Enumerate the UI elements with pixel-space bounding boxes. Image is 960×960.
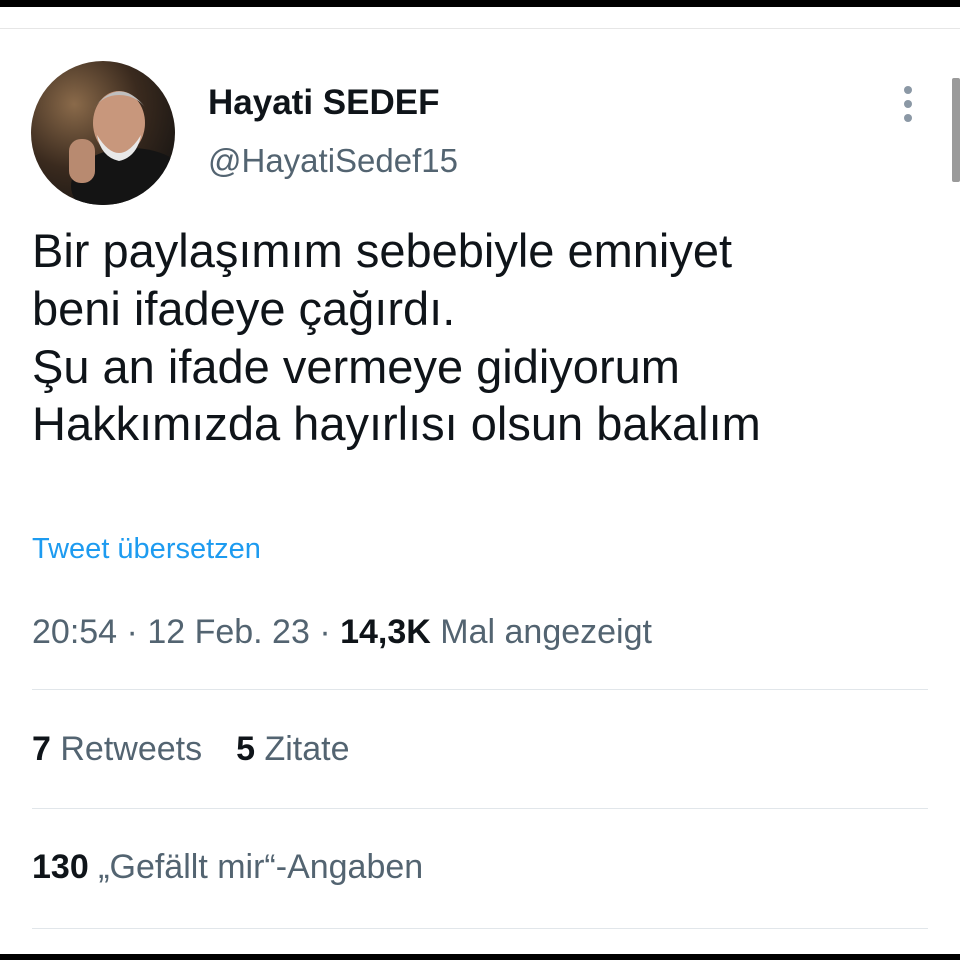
more-vertical-icon — [904, 86, 912, 94]
retweets-label: Retweets — [60, 730, 203, 768]
scrollbar[interactable] — [952, 78, 960, 182]
quotes-label: Zitate — [264, 730, 350, 768]
top-frame-bar — [0, 0, 960, 7]
more-vertical-icon — [904, 100, 912, 108]
views-label: Mal angezeigt — [440, 613, 652, 651]
meta-separator: · — [117, 613, 148, 651]
author-display-name[interactable]: Hayati SEDEF — [208, 83, 439, 123]
more-options-button[interactable] — [892, 84, 924, 124]
avatar-photo — [31, 61, 175, 205]
likes-stat[interactable]: 130 „Gefällt mir“-Angaben — [32, 848, 423, 887]
tweet-text-line: Hakkımızda hayırlısı olsun bakalım — [32, 397, 761, 451]
tweet-text-line: Bir paylaşımım sebebiyle emniyet — [32, 224, 733, 277]
header-divider — [0, 28, 960, 29]
more-vertical-icon — [904, 114, 912, 122]
retweets-stat[interactable]: 7 Retweets — [32, 730, 202, 769]
likes-count: 130 — [32, 848, 89, 886]
meta-separator: · — [309, 613, 341, 651]
tweet-meta: 20:54 · 12 Feb. 23 · 14,3K Mal angezeigt — [32, 613, 652, 652]
stats-row: 7 Retweets 5 Zitate — [32, 730, 350, 769]
author-username[interactable]: @HayatiSedef15 — [208, 142, 458, 180]
stats-divider — [32, 689, 928, 690]
translate-tweet-link[interactable]: Tweet übersetzen — [32, 533, 261, 566]
avatar[interactable] — [31, 61, 175, 205]
actions-divider — [32, 928, 928, 929]
likes-row: 130 „Gefällt mir“-Angaben — [32, 848, 423, 887]
tweet-text: Bir paylaşımım sebebiyle emniyet beni if… — [32, 222, 952, 453]
bottom-frame-bar — [0, 954, 960, 960]
stats-divider — [32, 808, 928, 809]
quotes-count: 5 — [236, 730, 256, 768]
views-count: 14,3K — [340, 613, 431, 651]
likes-label: „Gefällt mir“-Angaben — [98, 848, 424, 886]
tweet-text-line: Şu an ifade vermeye gidiyorum — [32, 339, 680, 393]
tweet-text-line: beni ifadeye çağırdı. — [32, 281, 456, 335]
retweets-count: 7 — [32, 730, 51, 768]
tweet-time[interactable]: 20:54 — [32, 613, 117, 651]
quotes-stat[interactable]: 5 Zitate — [236, 730, 349, 769]
tweet-date[interactable]: 12 Feb. 23 — [147, 613, 310, 651]
